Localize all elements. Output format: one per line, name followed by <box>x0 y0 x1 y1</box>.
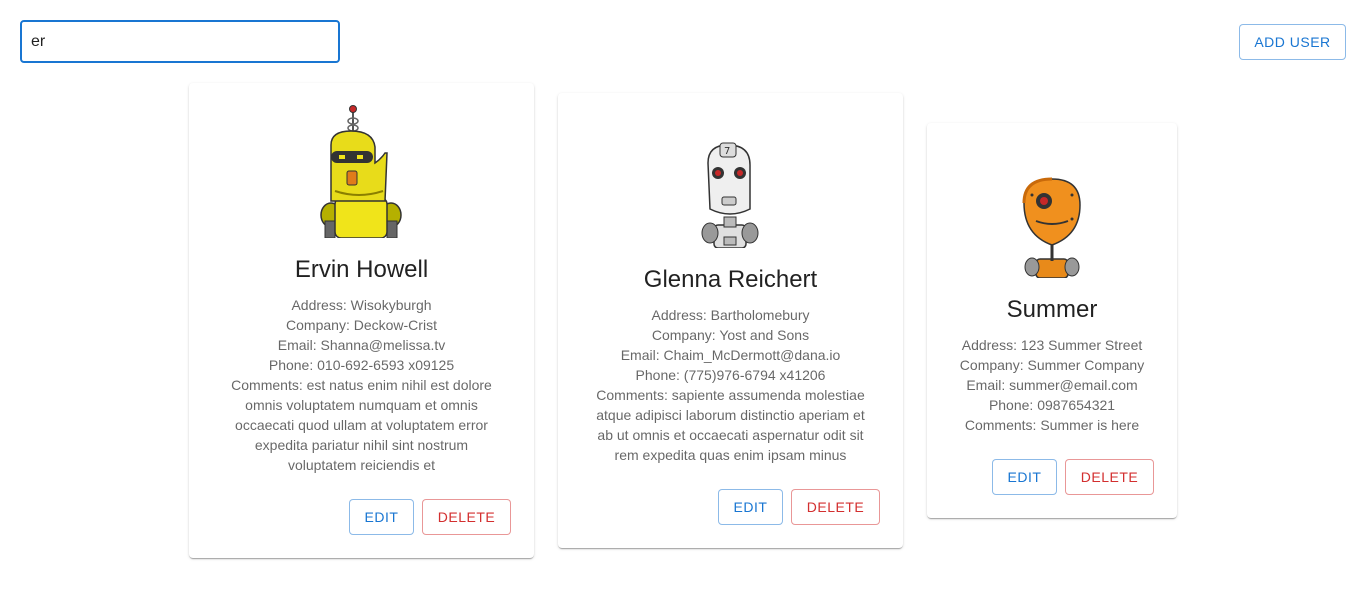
search-input[interactable] <box>22 22 338 61</box>
add-user-button[interactable]: ADD USER <box>1239 24 1346 60</box>
user-email: Email: summer@email.com <box>966 377 1138 393</box>
user-name: Glenna Reichert <box>643 266 818 293</box>
white-robot-avatar-icon: 7 <box>701 142 759 248</box>
user-address: Address: Bartholomebury <box>651 307 810 323</box>
user-name: Ervin Howell <box>294 256 429 283</box>
user-details: Address: 123 Summer Street Company: Summ… <box>947 335 1157 435</box>
edit-button[interactable]: EDIT <box>349 499 414 535</box>
delete-button[interactable]: DELETE <box>791 489 880 525</box>
user-comments: Comments: est natus enim nihil est dolor… <box>231 377 492 473</box>
user-company: Company: Deckow-Crist <box>286 317 437 333</box>
delete-button[interactable]: DELETE <box>422 499 511 535</box>
search-field[interactable] <box>20 20 340 63</box>
user-details: Address: Wisokyburgh Company: Deckow-Cri… <box>219 295 504 475</box>
user-comments: Comments: Summer is here <box>964 417 1140 433</box>
user-name: Summer <box>1006 296 1098 323</box>
user-company: Company: Summer Company <box>959 357 1145 373</box>
user-phone: Phone: 0987654321 <box>988 397 1116 413</box>
svg-text:7: 7 <box>724 146 730 157</box>
user-phone: Phone: (775)976-6794 x41206 <box>635 367 826 383</box>
edit-button[interactable]: EDIT <box>992 459 1057 495</box>
edit-button[interactable]: EDIT <box>718 489 783 525</box>
user-email: Email: Shanna@melissa.tv <box>277 337 446 353</box>
user-card: Summer Address: 123 Summer Street Compan… <box>927 123 1177 518</box>
user-details: Address: Bartholomebury Company: Yost an… <box>588 305 873 465</box>
user-company: Company: Yost and Sons <box>651 327 810 343</box>
orange-robot-avatar-icon <box>1022 177 1081 278</box>
user-address: Address: 123 Summer Street <box>961 337 1143 353</box>
delete-button[interactable]: DELETE <box>1065 459 1154 495</box>
yellow-robot-avatar-icon <box>320 105 402 238</box>
user-address: Address: Wisokyburgh <box>291 297 432 313</box>
user-email: Email: Chaim_McDermott@dana.io <box>620 347 841 363</box>
user-card: 7 Glenna Reichert Address: Bartholomebur… <box>558 93 903 548</box>
user-card: Ervin Howell Address: Wisokyburgh Compan… <box>189 83 534 558</box>
user-phone: Phone: 010-692-6593 x09125 <box>268 357 455 373</box>
user-comments: Comments: sapiente assumenda molestiae a… <box>596 387 865 463</box>
